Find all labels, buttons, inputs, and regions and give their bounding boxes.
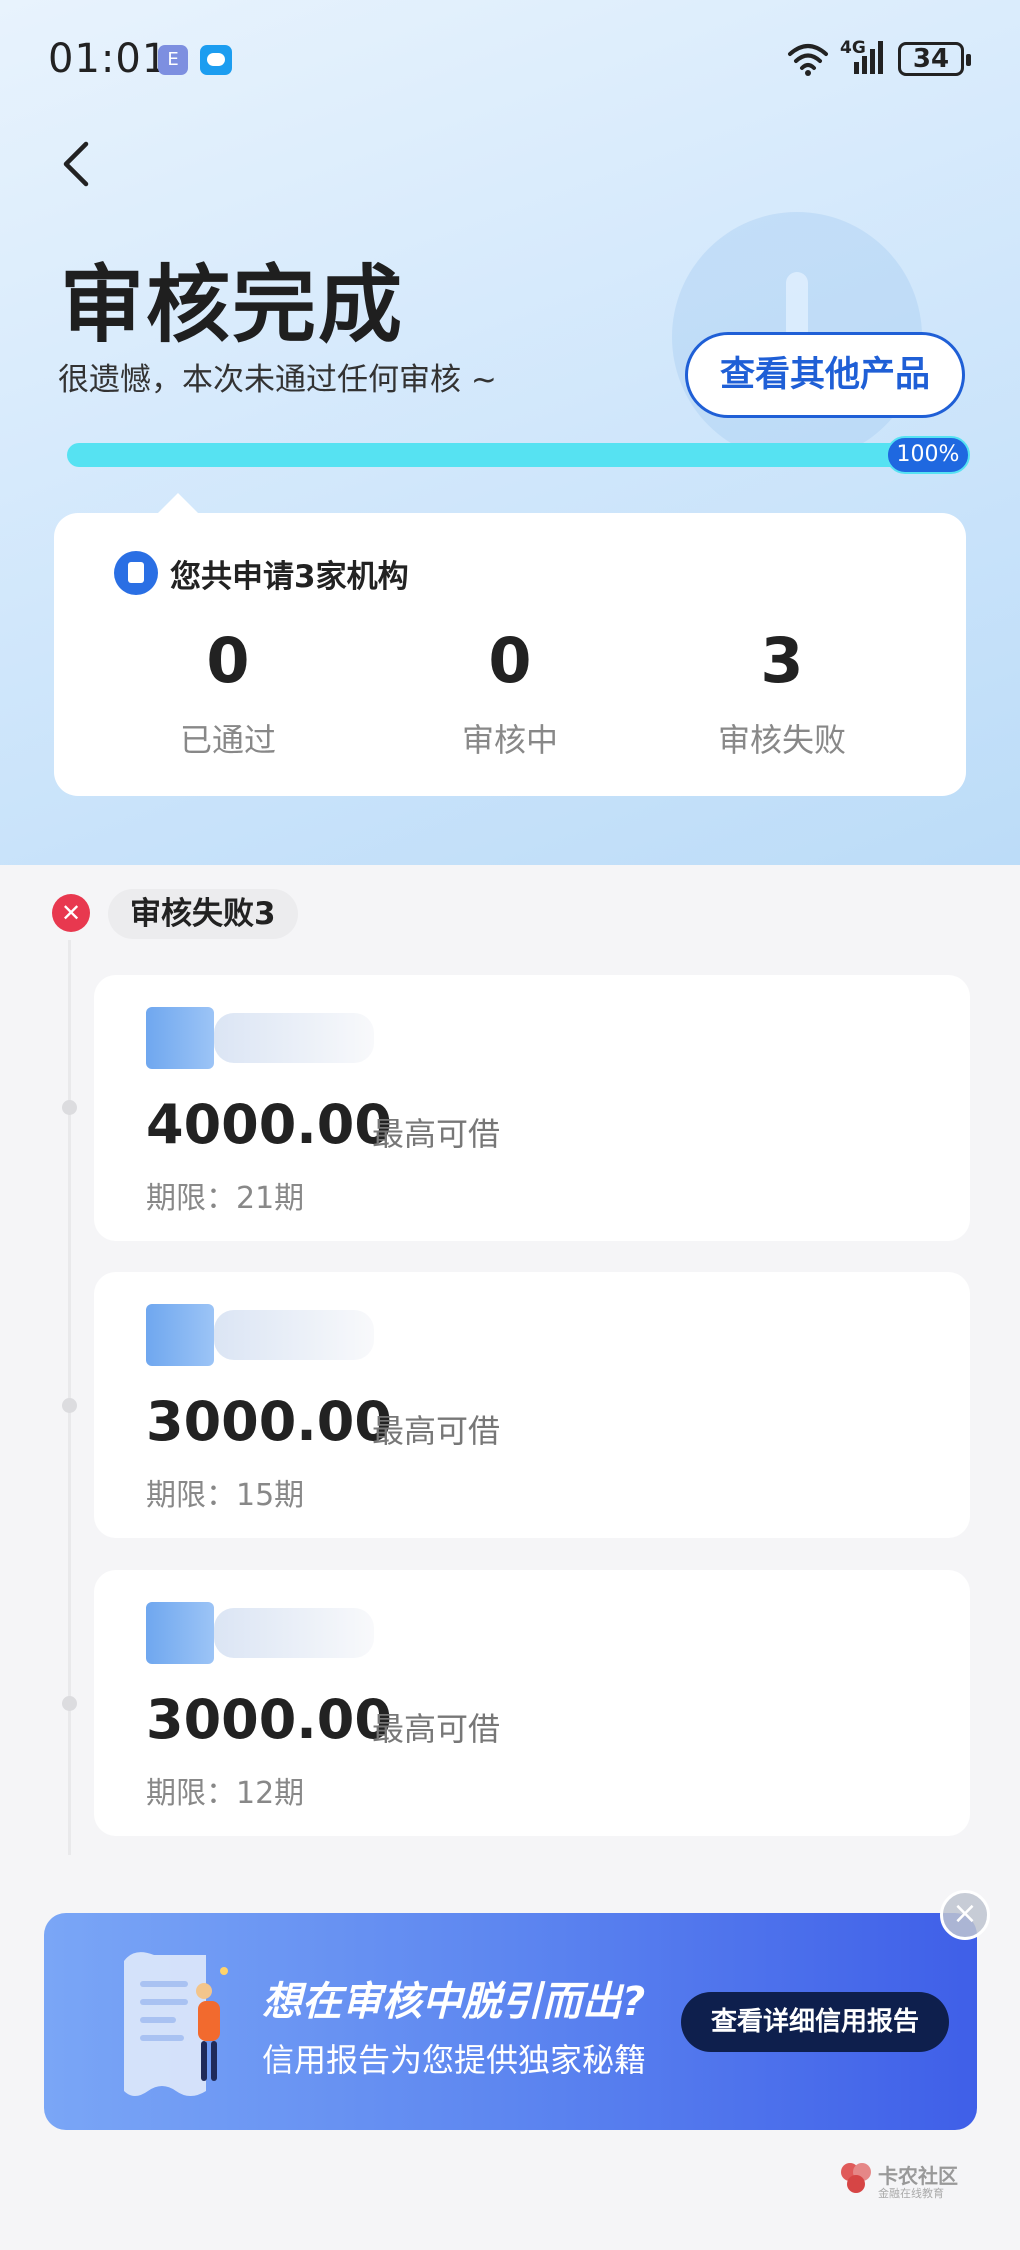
stat-label: 审核中 xyxy=(461,721,558,759)
banner-headline: 想在审核中脱引而出? xyxy=(262,1979,646,2025)
banner-close-icon[interactable]: × xyxy=(940,1890,990,1940)
fail-x-icon: ✕ xyxy=(52,894,90,932)
lender-logo xyxy=(146,1304,214,1366)
stat-label: 审核失败 xyxy=(717,721,846,759)
loan-term: 期限：12期 xyxy=(146,1776,305,1811)
timeline-dot xyxy=(62,1696,77,1711)
loan-term: 期限：15期 xyxy=(146,1478,305,1513)
loan-amount: 3000.00 xyxy=(146,1688,392,1751)
lender-name-blurred xyxy=(214,1608,374,1658)
progress-fill xyxy=(67,443,967,467)
summary-title: 您共申请3家机构 xyxy=(170,559,409,595)
stat-approved: 0 已通过 xyxy=(98,625,358,761)
status-bar: 01:01 E 4G 34 xyxy=(0,0,1020,120)
timeline-dot xyxy=(62,1100,77,1115)
banner-subtitle: 信用报告为您提供独家秘籍 xyxy=(262,2041,647,2079)
stat-value: 3 xyxy=(760,624,804,697)
result-subtitle: 很遗憾，本次未通过任何审核 ~ xyxy=(58,362,497,398)
watermark-logo-icon xyxy=(841,2163,871,2193)
summary-card: 您共申请3家机构 0 已通过 0 审核中 3 审核失败 xyxy=(54,493,966,796)
status-time: 01:01 xyxy=(48,36,169,82)
loan-max-label: 最高可借 xyxy=(372,1412,501,1450)
timeline-dot xyxy=(62,1398,77,1413)
lender-name-blurred xyxy=(214,1013,374,1063)
stat-reviewing: 0 审核中 xyxy=(380,625,640,761)
view-other-products-button[interactable]: 查看其他产品 xyxy=(685,332,965,418)
stat-value: 0 xyxy=(206,624,250,697)
app-notification-icon: E xyxy=(158,45,188,75)
watermark-sub: 金融在线教育 xyxy=(878,2187,944,2200)
lender-name-blurred xyxy=(214,1310,374,1360)
loan-amount: 3000.00 xyxy=(146,1390,392,1453)
stat-failed: 3 审核失败 xyxy=(652,625,912,761)
loan-term: 期限：21期 xyxy=(146,1181,305,1216)
document-icon xyxy=(114,551,158,595)
failed-section-tag: 审核失败3 xyxy=(108,889,298,939)
message-notification-icon xyxy=(200,45,232,75)
loan-card[interactable]: 3000.00 最高可借 期限：15期 xyxy=(94,1272,970,1538)
loan-card[interactable]: 3000.00 最高可借 期限：12期 xyxy=(94,1570,970,1836)
wifi-icon xyxy=(788,44,828,76)
credit-report-banner[interactable]: 想在审核中脱引而出? 信用报告为您提供独家秘籍 查看详细信用报告 xyxy=(44,1913,977,2130)
loan-max-label: 最高可借 xyxy=(372,1710,501,1748)
progress-bar xyxy=(67,443,967,467)
view-credit-report-button[interactable]: 查看详细信用报告 xyxy=(681,1992,949,2052)
loan-max-label: 最高可借 xyxy=(372,1115,501,1153)
lender-logo xyxy=(146,1602,214,1664)
battery-indicator: 34 xyxy=(898,42,971,76)
page-title: 审核完成 xyxy=(60,256,405,354)
stat-label: 已通过 xyxy=(179,721,276,759)
loan-amount: 4000.00 xyxy=(146,1093,392,1156)
lender-logo xyxy=(146,1007,214,1069)
stat-value: 0 xyxy=(488,624,532,697)
loan-card[interactable]: 4000.00 最高可借 期限：21期 xyxy=(94,975,970,1241)
progress-badge: 100% xyxy=(886,436,970,474)
watermark: 卡农社区 金融在线教育 xyxy=(838,2158,988,2202)
signal-icon xyxy=(854,41,883,74)
back-arrow-icon[interactable] xyxy=(56,138,100,190)
